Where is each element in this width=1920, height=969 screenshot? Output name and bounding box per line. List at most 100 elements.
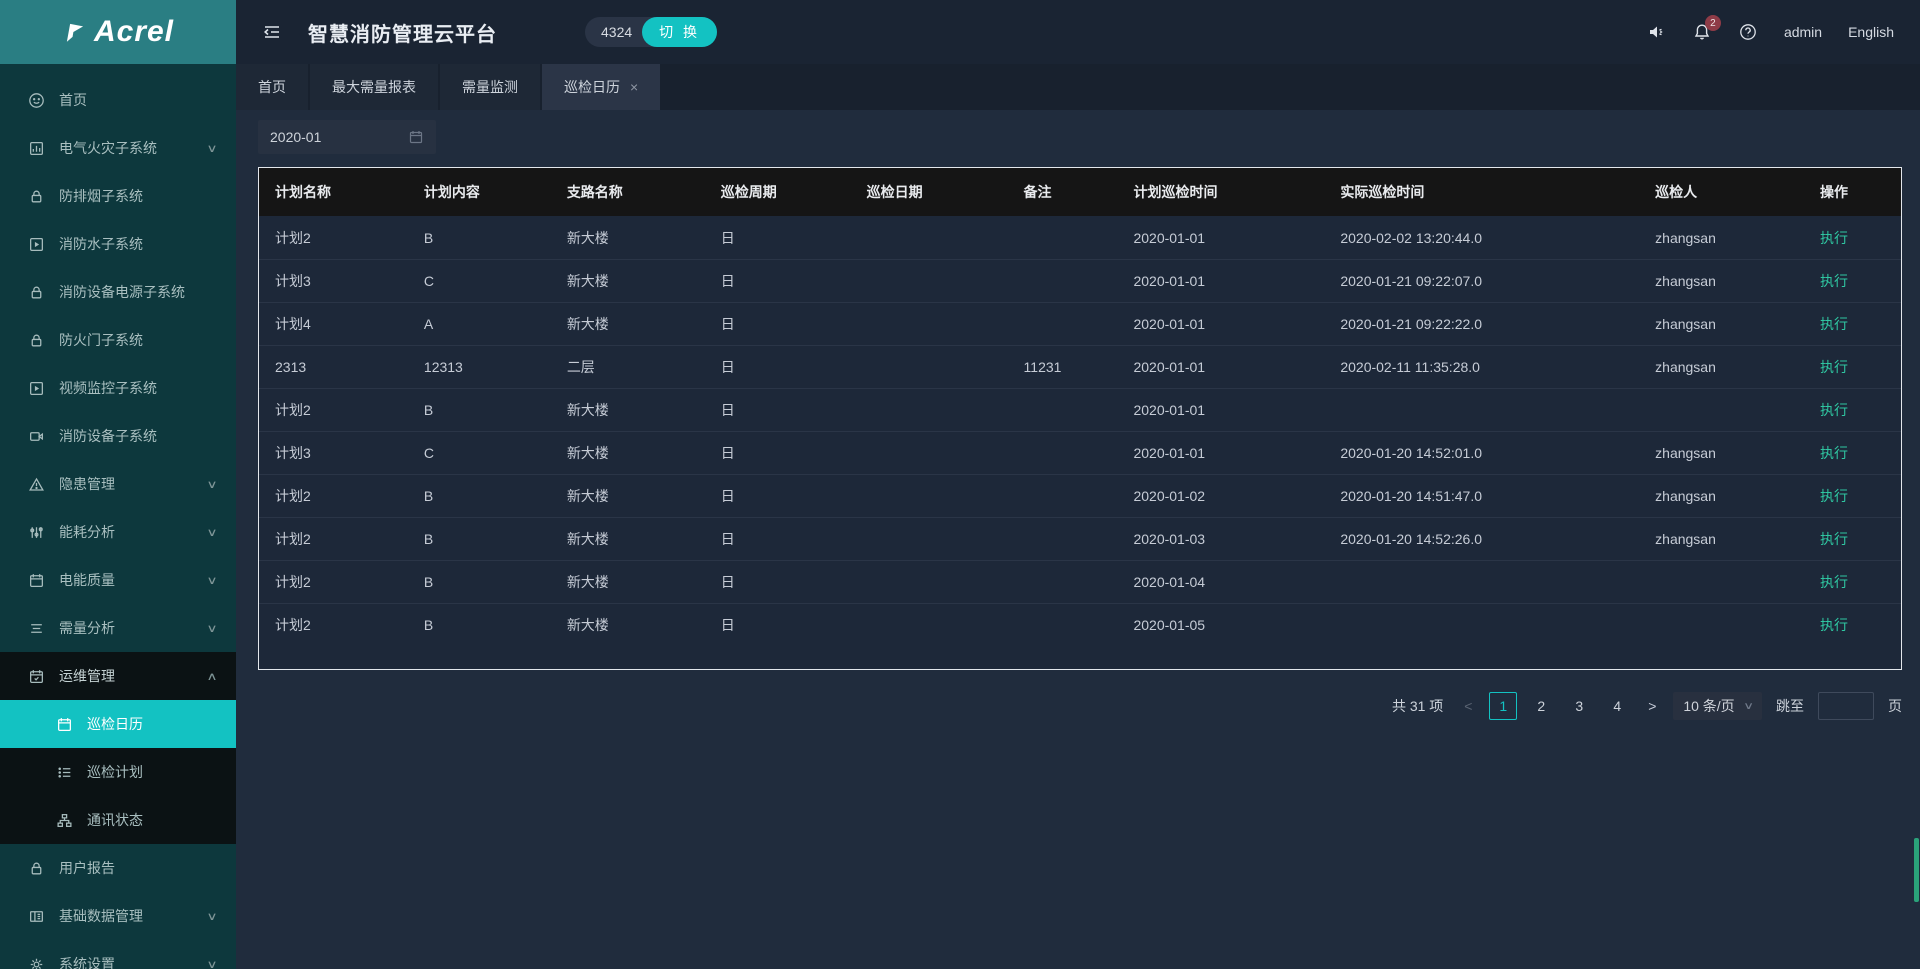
table-cell: 日 [705, 529, 851, 549]
sidebar-item-消防设备电源子系统[interactable]: 消防设备电源子系统 [0, 268, 236, 316]
sidebar-item-label: 首页 [59, 90, 218, 110]
tab-需量监测[interactable]: 需量监测 [440, 64, 540, 110]
table-cell: zhangsan [1639, 445, 1804, 461]
tab-最大需量报表[interactable]: 最大需量报表 [310, 64, 438, 110]
execute-link[interactable]: 执行 [1820, 316, 1848, 332]
page-size-select[interactable]: 10 条/页 ∨ [1673, 692, 1762, 720]
sidebar-item-通讯状态[interactable]: 通讯状态 [0, 796, 236, 844]
execute-link[interactable]: 执行 [1820, 574, 1848, 590]
chevron-down-icon: ∨ [206, 574, 217, 587]
sidebar-item-防排烟子系统[interactable]: 防排烟子系统 [0, 172, 236, 220]
notification-badge: 2 [1705, 15, 1721, 31]
table-cell: 计划2 [259, 615, 408, 635]
month-picker[interactable]: 2020-01 [258, 120, 436, 154]
table-cell: 2020-01-21 09:22:22.0 [1324, 316, 1639, 332]
table-cell: 2020-01-20 14:52:26.0 [1324, 531, 1639, 547]
table-cell: A [408, 316, 551, 332]
lines-icon [28, 620, 45, 637]
help-icon[interactable] [1738, 22, 1758, 42]
sidebar-item-消防设备子系统[interactable]: 消防设备子系统 [0, 412, 236, 460]
table-cell: 新大楼 [551, 228, 705, 248]
sidebar-item-巡检日历[interactable]: 巡检日历 [0, 700, 236, 748]
sidebar-item-电气火灾子系统[interactable]: 电气火灾子系统∨ [0, 124, 236, 172]
page-button-1[interactable]: 1 [1489, 692, 1517, 720]
sidebar-item-防火门子系统[interactable]: 防火门子系统 [0, 316, 236, 364]
menu-fold-icon[interactable] [262, 22, 282, 42]
execute-link[interactable]: 执行 [1820, 230, 1848, 246]
jump-label: 跳至 [1776, 696, 1804, 716]
sidebar-item-消防水子系统[interactable]: 消防水子系统 [0, 220, 236, 268]
table-cell: 2020-01-05 [1117, 617, 1324, 633]
sidebar-item-label: 视频监控子系统 [59, 378, 218, 398]
execute-link[interactable]: 执行 [1820, 445, 1848, 461]
sidebar-item-电能质量[interactable]: 电能质量∨ [0, 556, 236, 604]
table-cell: 2313 [259, 359, 408, 375]
execute-link[interactable]: 执行 [1820, 531, 1848, 547]
sidebar-item-能耗分析[interactable]: 能耗分析∨ [0, 508, 236, 556]
sidebar-item-基础数据管理[interactable]: 基础数据管理∨ [0, 892, 236, 940]
column-header: 计划名称 [259, 182, 408, 202]
next-page-icon[interactable]: > [1645, 698, 1659, 714]
sidebar-item-label: 消防设备子系统 [59, 426, 218, 446]
page-button-2[interactable]: 2 [1527, 692, 1555, 720]
page-button-4[interactable]: 4 [1603, 692, 1631, 720]
logo[interactable]: Acrel [0, 0, 236, 64]
bell-icon[interactable]: 2 [1692, 22, 1712, 42]
lock-icon [28, 188, 45, 205]
table-cell: B [408, 574, 551, 590]
sitemap-icon [56, 812, 73, 829]
execute-link[interactable]: 执行 [1820, 359, 1848, 375]
table-row: 计划4A新大楼日2020-01-012020-01-21 09:22:22.0z… [259, 302, 1901, 345]
calendar-icon [28, 572, 45, 589]
sidebar-item-系统设置[interactable]: 系统设置∨ [0, 940, 236, 969]
sidebar-item-运维管理[interactable]: 运维管理∧ [0, 652, 236, 700]
sidebar-item-用户报告[interactable]: 用户报告 [0, 844, 236, 892]
execute-link[interactable]: 执行 [1820, 617, 1848, 633]
execute-link[interactable]: 执行 [1820, 273, 1848, 289]
tab-label: 最大需量报表 [332, 77, 416, 97]
sidebar-item-需量分析[interactable]: 需量分析∨ [0, 604, 236, 652]
table-cell: 计划2 [259, 486, 408, 506]
table-cell: 计划2 [259, 572, 408, 592]
table-cell-action: 执行 [1804, 314, 1901, 334]
sidebar-item-首页[interactable]: 首页 [0, 76, 236, 124]
calendar-icon [408, 129, 424, 145]
table-body: 计划2B新大楼日2020-01-012020-02-02 13:20:44.0z… [259, 216, 1901, 646]
switch-button[interactable]: 切 换 [642, 17, 717, 47]
page-button-3[interactable]: 3 [1565, 692, 1593, 720]
table-cell-action: 执行 [1804, 228, 1901, 248]
sidebar-item-label: 巡检计划 [87, 762, 218, 782]
execute-link[interactable]: 执行 [1820, 488, 1848, 504]
announcement-icon[interactable] [1646, 22, 1666, 42]
warning-icon [28, 476, 45, 493]
project-switcher[interactable]: 4324 切 换 [585, 17, 717, 47]
sidebar-item-label: 需量分析 [59, 618, 208, 638]
table-cell: B [408, 617, 551, 633]
table-cell-action: 执行 [1804, 529, 1901, 549]
tab-巡检日历[interactable]: 巡检日历× [542, 64, 660, 110]
table-cell: 计划2 [259, 400, 408, 420]
execute-link[interactable]: 执行 [1820, 402, 1848, 418]
prev-page-icon[interactable]: < [1461, 698, 1475, 714]
sidebar-item-label: 巡检日历 [87, 714, 218, 734]
user-name[interactable]: admin [1784, 24, 1822, 40]
page-unit-label: 页 [1888, 696, 1902, 716]
scrollbar-thumb[interactable] [1914, 838, 1919, 902]
jump-page-input[interactable] [1818, 692, 1874, 720]
sidebar-item-隐患管理[interactable]: 隐患管理∨ [0, 460, 236, 508]
close-icon[interactable]: × [630, 79, 638, 95]
table-row: 计划2B新大楼日2020-01-01执行 [259, 388, 1901, 431]
language-switch[interactable]: English [1848, 24, 1894, 40]
table-cell: 日 [705, 400, 851, 420]
inspection-table: 计划名称计划内容支路名称巡检周期巡检日期备注计划巡检时间实际巡检时间巡检人操作 … [258, 167, 1902, 670]
table-cell: C [408, 273, 551, 289]
sidebar-item-视频监控子系统[interactable]: 视频监控子系统 [0, 364, 236, 412]
table-cell: 日 [705, 357, 851, 377]
table-cell: B [408, 531, 551, 547]
tab-首页[interactable]: 首页 [236, 64, 308, 110]
table-cell: 12313 [408, 359, 551, 375]
table-cell: zhangsan [1639, 230, 1804, 246]
camera-icon [28, 428, 45, 445]
sidebar-item-巡检计划[interactable]: 巡检计划 [0, 748, 236, 796]
calendar-check-icon [28, 668, 45, 685]
